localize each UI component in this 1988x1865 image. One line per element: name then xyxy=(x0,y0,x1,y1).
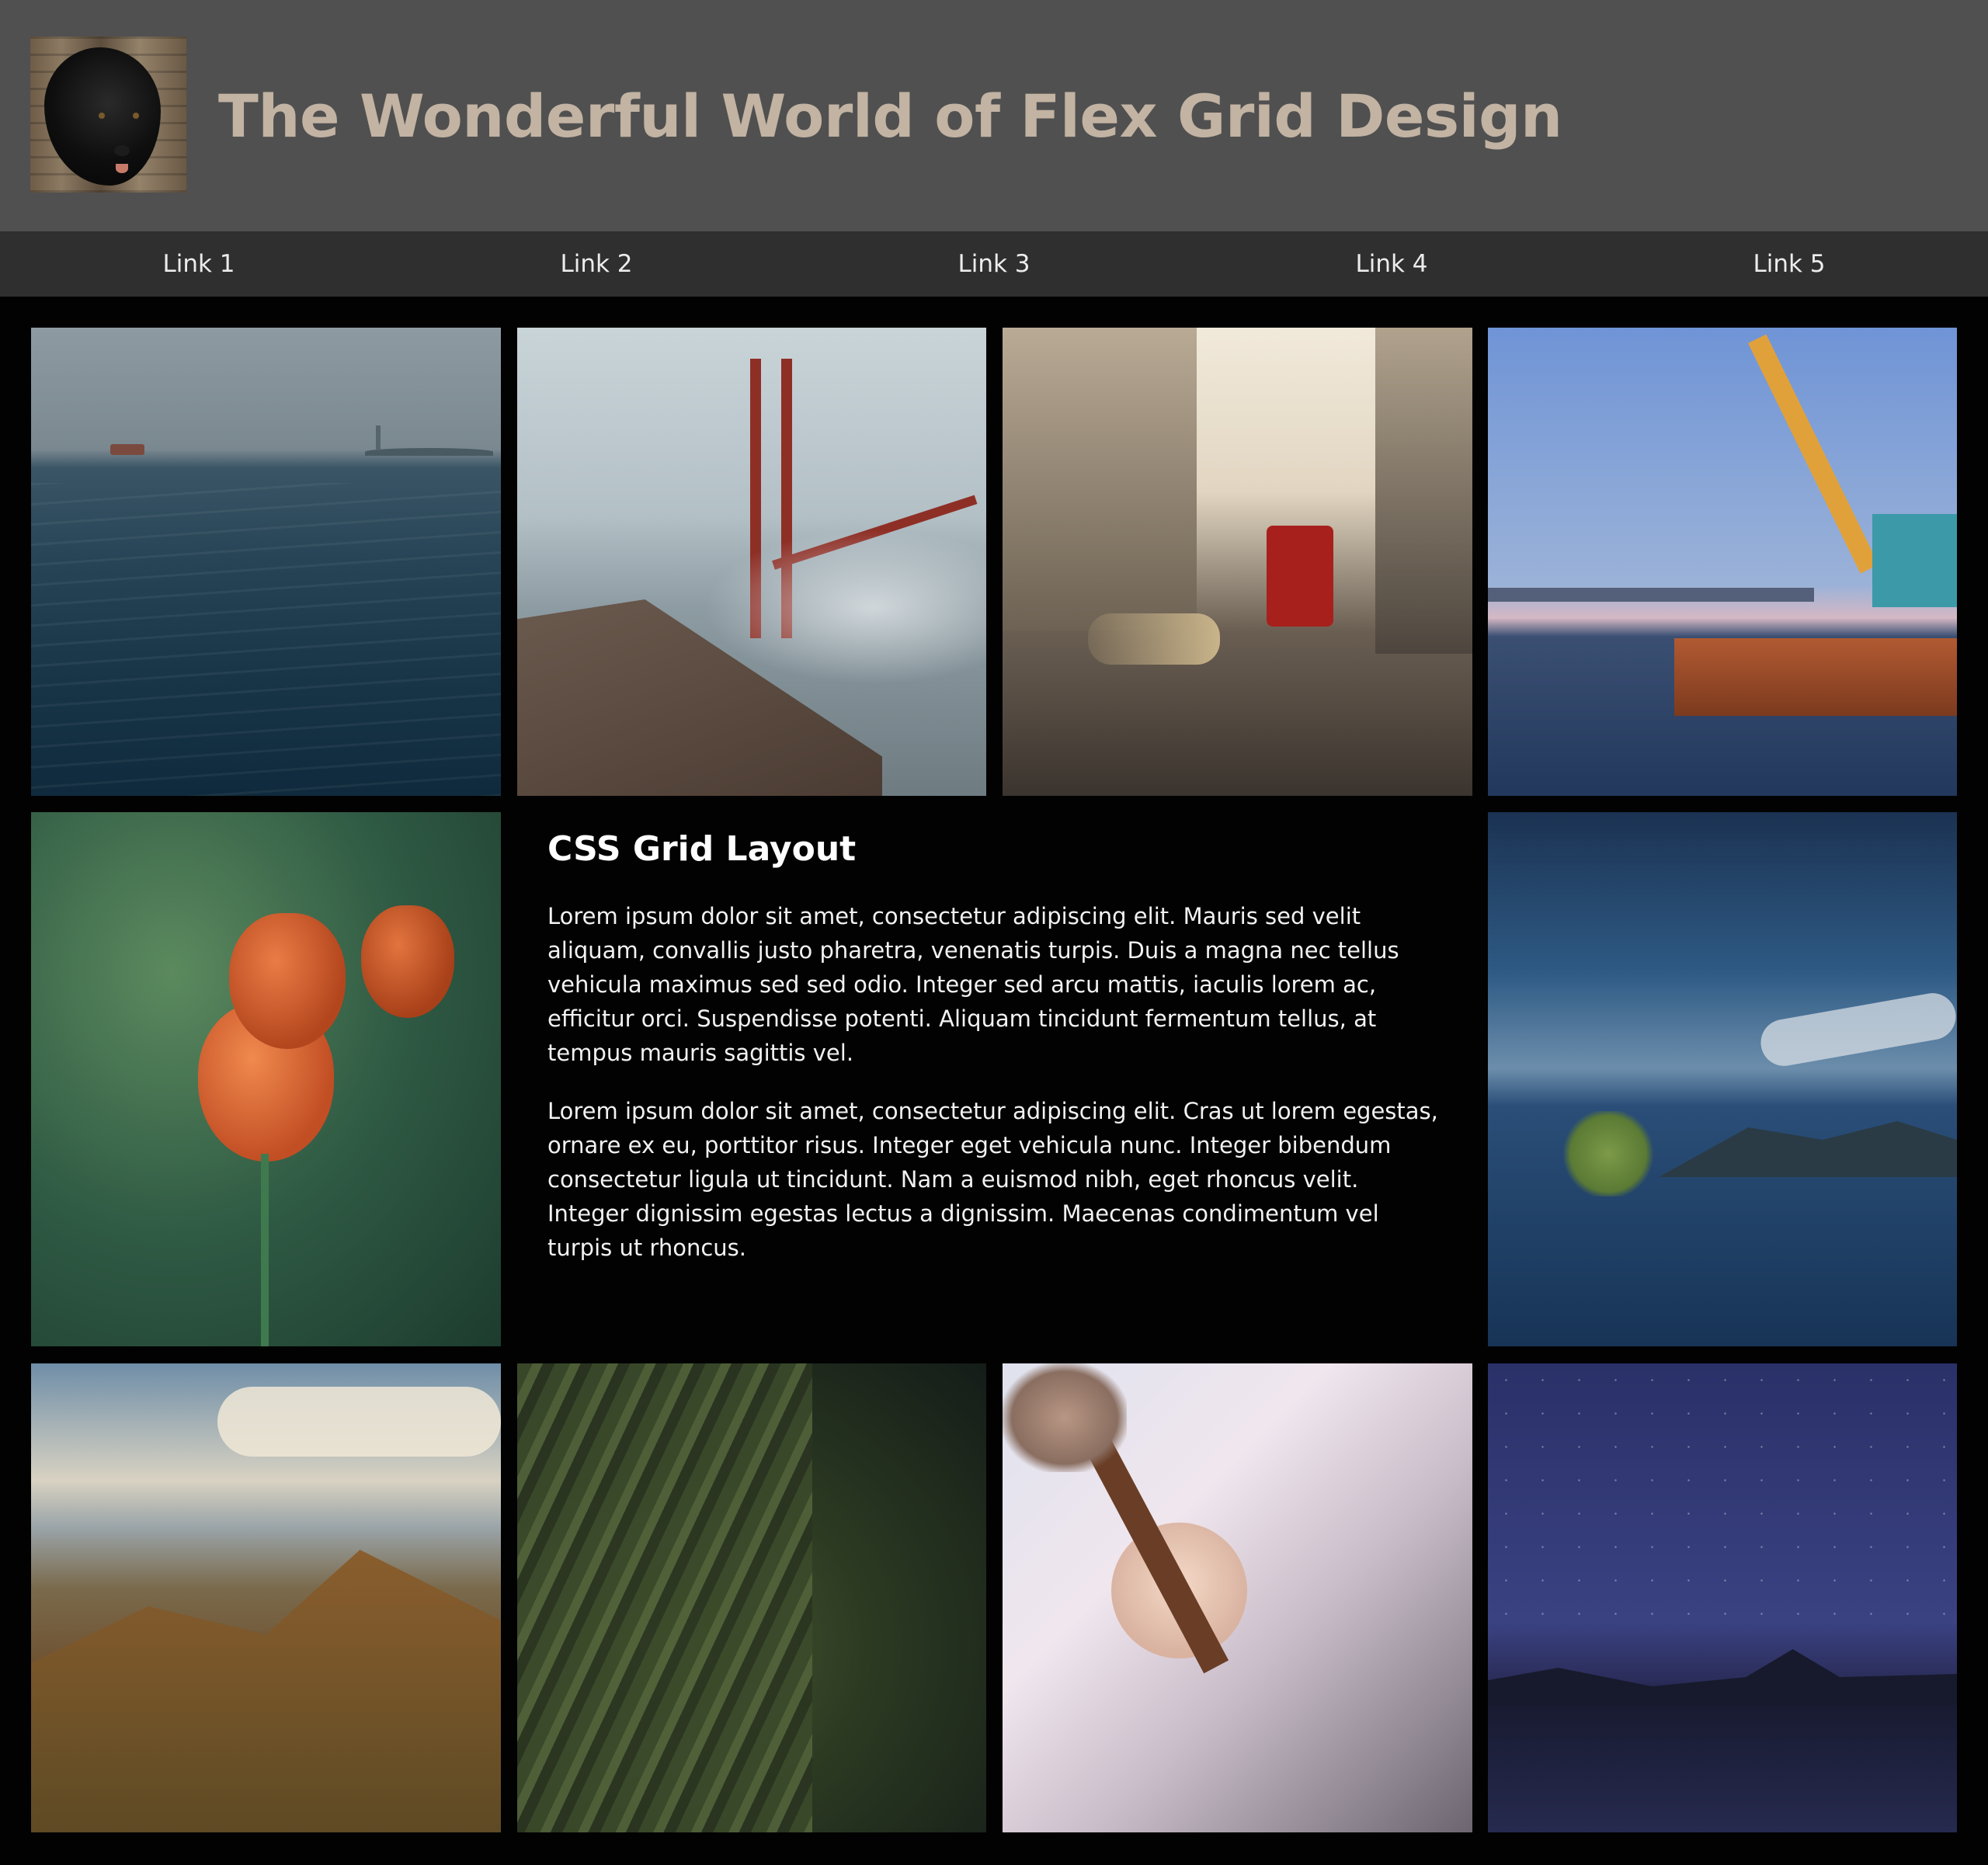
gallery-image-golden-gate xyxy=(517,328,986,796)
taxi-shape xyxy=(1088,613,1220,665)
ridge-shape xyxy=(31,1550,501,1832)
dog-nose xyxy=(114,145,130,156)
mountain-shape xyxy=(1659,1121,1957,1177)
article-heading: CSS Grid Layout xyxy=(547,829,857,869)
fog-shape xyxy=(704,530,986,685)
tree-shape xyxy=(1562,1111,1655,1196)
nav-link-1[interactable]: Link 1 xyxy=(0,231,398,297)
gallery-image-london-street xyxy=(1003,328,1472,796)
tulip-shape xyxy=(229,913,346,1049)
statue-island-shape xyxy=(365,448,493,456)
nav-link-5[interactable]: Link 5 xyxy=(1590,231,1988,297)
barge-shape xyxy=(1674,638,1957,716)
ferry-shape xyxy=(110,444,144,455)
article-paragraph: Lorem ipsum dolor sit amet, consectetur … xyxy=(547,1098,1438,1261)
dog-eye xyxy=(133,113,139,119)
mountain-shape xyxy=(1488,1649,1957,1705)
nav-link-2[interactable]: Link 2 xyxy=(398,231,795,297)
crane-cab-shape xyxy=(1872,514,1957,607)
nav-link-3[interactable]: Link 3 xyxy=(795,231,1193,297)
site-header: The Wonderful World of Flex Grid Design xyxy=(0,0,1988,231)
red-bus-shape xyxy=(1267,526,1333,627)
main-nav: Link 1 Link 2 Link 3 Link 4 Link 5 xyxy=(0,231,1988,297)
dog-logo-icon xyxy=(30,36,186,193)
dog-tongue xyxy=(116,164,128,173)
gallery-image-ocean xyxy=(31,328,501,796)
stars-texture xyxy=(1488,1363,1957,1643)
cloud-shape xyxy=(1757,989,1957,1070)
gallery-image-harbor-crane xyxy=(1488,328,1957,796)
building-right-shape xyxy=(1375,328,1472,654)
building-left-shape xyxy=(1003,328,1197,630)
gallery-image-night-sky xyxy=(1488,1363,1957,1832)
page-title: The Wonderful World of Flex Grid Design xyxy=(218,82,1562,151)
article: CSS Grid Layout Lorem ipsum dolor sit am… xyxy=(547,825,1441,1265)
nav-link-4[interactable]: Link 4 xyxy=(1193,231,1590,297)
gallery-image-tulips xyxy=(31,812,501,1346)
dog-eye xyxy=(99,113,105,119)
bark-shape xyxy=(517,1363,812,1832)
statue-shape xyxy=(376,425,381,450)
gallery-image-moss xyxy=(517,1363,986,1832)
tulip-shape xyxy=(361,905,454,1018)
crane-arm-shape xyxy=(1748,334,1879,574)
gallery-image-baby xyxy=(1003,1363,1472,1832)
gallery-image-mountains xyxy=(31,1363,501,1832)
gallery-image-lone-tree-lake xyxy=(1488,812,1957,1346)
stem-shape xyxy=(261,1154,269,1346)
skyline-shape xyxy=(1488,588,1814,602)
wave-texture xyxy=(31,483,501,796)
cloud-shape xyxy=(217,1387,501,1457)
article-paragraph: Lorem ipsum dolor sit amet, consectetur … xyxy=(547,903,1399,1066)
hand-shape xyxy=(1003,1363,1127,1472)
